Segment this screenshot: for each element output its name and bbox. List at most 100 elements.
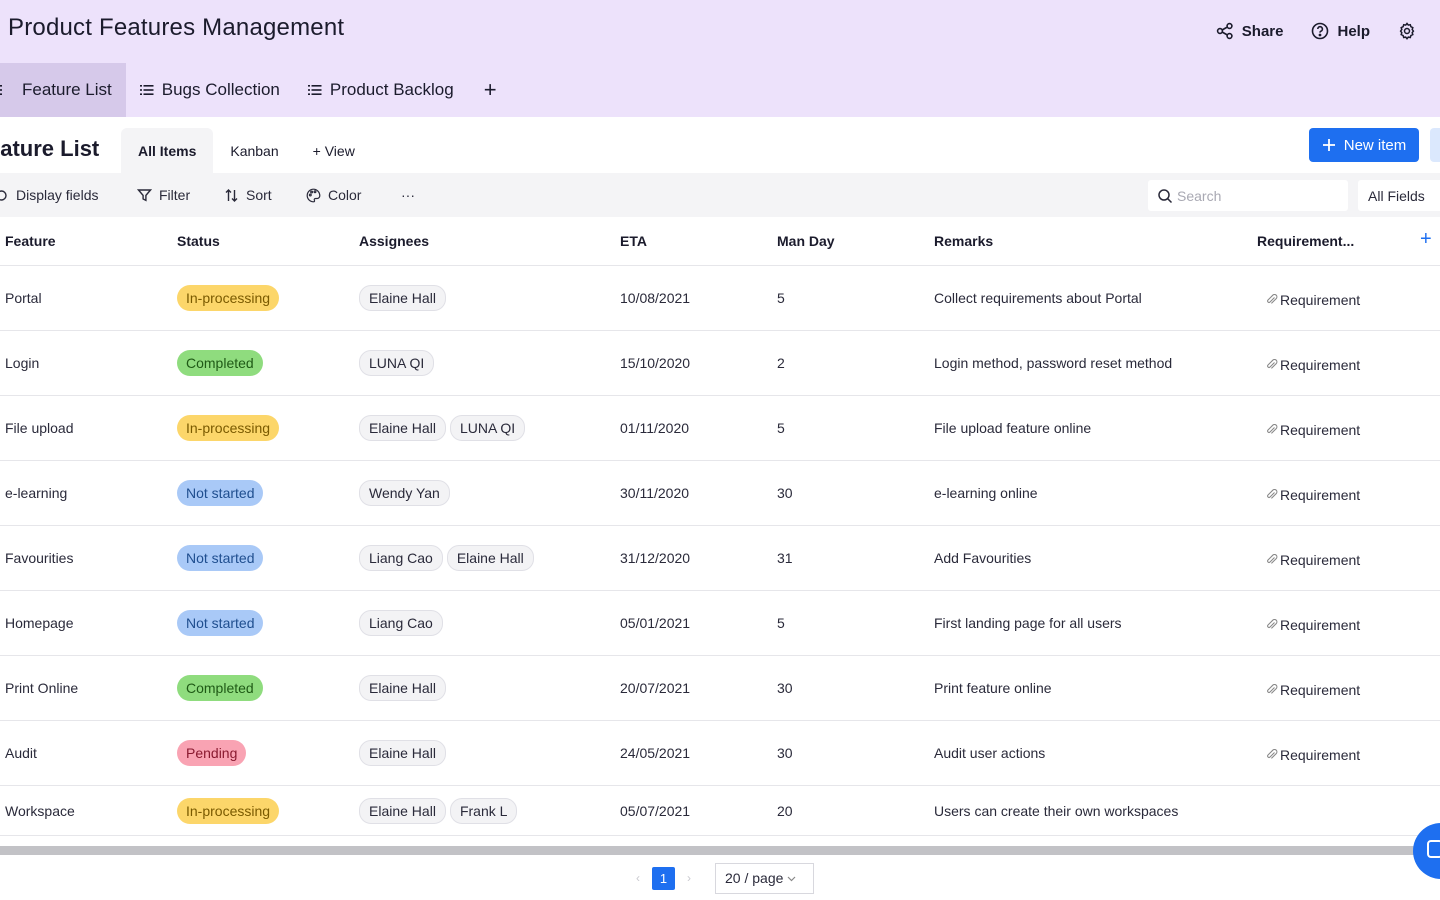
requirement-link[interactable]: Requirement (1266, 483, 1360, 503)
display-fields-button[interactable]: Display fields (0, 173, 98, 217)
table-row[interactable]: Audit Pending Elaine Hall 24/05/2021 30 Audit… (0, 721, 1440, 786)
cell-eta[interactable]: 30/11/2020 (620, 461, 689, 525)
cell-man-day[interactable]: 5 (777, 266, 785, 330)
column-header-eta[interactable]: ETA (620, 233, 647, 249)
cell-requirement[interactable]: Requirement (1266, 266, 1360, 330)
table-row[interactable]: Login Completed LUNA QI 15/10/2020 2 Login me… (0, 331, 1440, 396)
cell-eta[interactable]: 01/11/2020 (620, 396, 689, 460)
cell-status[interactable]: Not started (177, 591, 264, 655)
cell-assignees[interactable]: Elaine Hall (359, 266, 450, 330)
cell-feature[interactable]: Workspace (5, 786, 75, 835)
cell-man-day[interactable]: 2 (777, 331, 785, 395)
column-header-status[interactable]: Status (177, 233, 220, 249)
cell-status[interactable]: Completed (177, 331, 263, 395)
cell-remarks[interactable]: First landing page for all users (934, 591, 1122, 655)
cell-requirement[interactable]: Requirement (1266, 721, 1360, 785)
cell-status[interactable]: Not started (177, 526, 264, 590)
tab-bugs-collection[interactable]: Bugs Collection (126, 63, 294, 117)
search-field-select[interactable]: All Fields (1358, 180, 1440, 211)
column-header-feature[interactable]: Feature (5, 233, 56, 249)
tab-feature-list[interactable]: Feature List (0, 63, 126, 117)
cell-status[interactable]: In-processing (177, 266, 280, 330)
page-number[interactable]: 1 (652, 866, 675, 890)
requirement-link[interactable]: Requirement (1266, 678, 1360, 698)
share-button[interactable]: Share (1216, 18, 1283, 44)
cell-feature[interactable]: Print Online (5, 656, 78, 720)
requirement-link[interactable]: Requirement (1266, 353, 1360, 373)
table-row[interactable]: e-learning Not started Wendy Yan 30/11/2020… (0, 461, 1440, 526)
cell-man-day[interactable]: 5 (777, 591, 785, 655)
column-header-remarks[interactable]: Remarks (934, 233, 993, 249)
column-header-requirement[interactable]: Requirement... (1257, 233, 1354, 249)
requirement-link[interactable]: Requirement (1266, 613, 1360, 633)
prev-page-icon[interactable]: ‹ (632, 871, 644, 885)
cell-status[interactable]: Completed (177, 656, 263, 720)
search-input[interactable] (1177, 187, 1337, 204)
requirement-link[interactable]: Requirement (1266, 743, 1360, 763)
cell-eta[interactable]: 20/07/2021 (620, 656, 690, 720)
add-view-button[interactable]: + View (296, 128, 372, 173)
cell-assignees[interactable]: Elaine Hall (359, 721, 450, 785)
requirement-link[interactable]: Requirement (1266, 418, 1360, 438)
cell-requirement[interactable]: Requirement (1266, 591, 1360, 655)
table-row[interactable]: Homepage Not started Liang Cao 05/01/2021 5 F… (0, 591, 1440, 656)
view-tab-kanban[interactable]: Kanban (213, 128, 295, 173)
cell-remarks[interactable]: Add Favourities (934, 526, 1031, 590)
cell-feature[interactable]: Homepage (5, 591, 74, 655)
cell-requirement[interactable]: Requirement (1266, 396, 1360, 460)
cell-remarks[interactable]: Audit user actions (934, 721, 1045, 785)
cell-status[interactable]: In-processing (177, 786, 280, 835)
table-row[interactable]: Portal In-processing Elaine Hall 10/08/2021… (0, 266, 1440, 331)
cell-status[interactable]: In-processing (177, 396, 280, 460)
add-sheet-button[interactable]: + (468, 63, 513, 117)
cell-feature[interactable]: Audit (5, 721, 37, 785)
sort-button[interactable]: Sort (224, 173, 272, 217)
cell-remarks[interactable]: Login method, password reset method (934, 331, 1172, 395)
view-tab-all-items[interactable]: All Items (121, 128, 214, 173)
cell-assignees[interactable]: Liang Cao (359, 591, 447, 655)
cell-assignees[interactable]: Elaine Hall (359, 656, 450, 720)
cell-remarks[interactable]: Users can create their own workspaces (934, 786, 1178, 835)
cell-eta[interactable]: 24/05/2021 (620, 721, 690, 785)
cell-man-day[interactable]: 31 (777, 526, 793, 590)
cell-assignees[interactable]: Elaine Hall Frank L (359, 786, 521, 835)
cell-assignees[interactable]: Liang Cao Elaine Hall (359, 526, 538, 590)
cell-man-day[interactable]: 30 (777, 656, 793, 720)
cell-remarks[interactable]: File upload feature online (934, 396, 1091, 460)
next-page-icon[interactable]: › (683, 871, 695, 885)
requirement-link[interactable]: Requirement (1266, 288, 1360, 308)
cell-status[interactable]: Pending (177, 721, 247, 785)
cell-eta[interactable]: 31/12/2020 (620, 526, 690, 590)
cell-feature[interactable]: Favourities (5, 526, 73, 590)
settings-button[interactable] (1398, 18, 1416, 44)
add-column-button[interactable]: + (1420, 229, 1438, 249)
table-row[interactable]: Favourities Not started Liang Cao Elaine Ha… (0, 526, 1440, 591)
cell-remarks[interactable]: Collect requirements about Portal (934, 266, 1142, 330)
cell-requirement[interactable]: Requirement (1266, 526, 1360, 590)
cell-man-day[interactable]: 20 (777, 786, 793, 835)
cell-man-day[interactable]: 5 (777, 396, 785, 460)
cell-requirement[interactable]: Requirement (1266, 656, 1360, 720)
cell-remarks[interactable]: e-learning online (934, 461, 1038, 525)
column-header-assignees[interactable]: Assignees (359, 233, 429, 249)
table-row[interactable]: Print Online Completed Elaine Hall 20/07/20… (0, 656, 1440, 721)
cell-eta[interactable]: 10/08/2021 (620, 266, 690, 330)
cell-assignees[interactable]: Elaine Hall LUNA QI (359, 396, 529, 460)
cell-requirement[interactable]: Requirement (1266, 331, 1360, 395)
cell-man-day[interactable]: 30 (777, 461, 793, 525)
new-item-button[interactable]: New item (1309, 128, 1419, 162)
horizontal-scrollbar[interactable] (0, 846, 1440, 855)
cell-eta[interactable]: 15/10/2020 (620, 331, 690, 395)
column-header-man-day[interactable]: Man Day (777, 233, 835, 249)
help-button[interactable]: Help (1311, 18, 1370, 44)
cell-eta[interactable]: 05/07/2021 (620, 786, 690, 835)
table-row[interactable]: Workspace In-processing Elaine Hall Frank L… (0, 786, 1440, 836)
cell-man-day[interactable]: 30 (777, 721, 793, 785)
cell-feature[interactable]: e-learning (5, 461, 67, 525)
cell-eta[interactable]: 05/01/2021 (620, 591, 690, 655)
table-row[interactable]: File upload In-processing Elaine Hall LUNA … (0, 396, 1440, 461)
requirement-link[interactable]: Requirement (1266, 548, 1360, 568)
cell-assignees[interactable]: Wendy Yan (359, 461, 454, 525)
cell-feature[interactable]: Portal (5, 266, 42, 330)
cell-remarks[interactable]: Print feature online (934, 656, 1052, 720)
